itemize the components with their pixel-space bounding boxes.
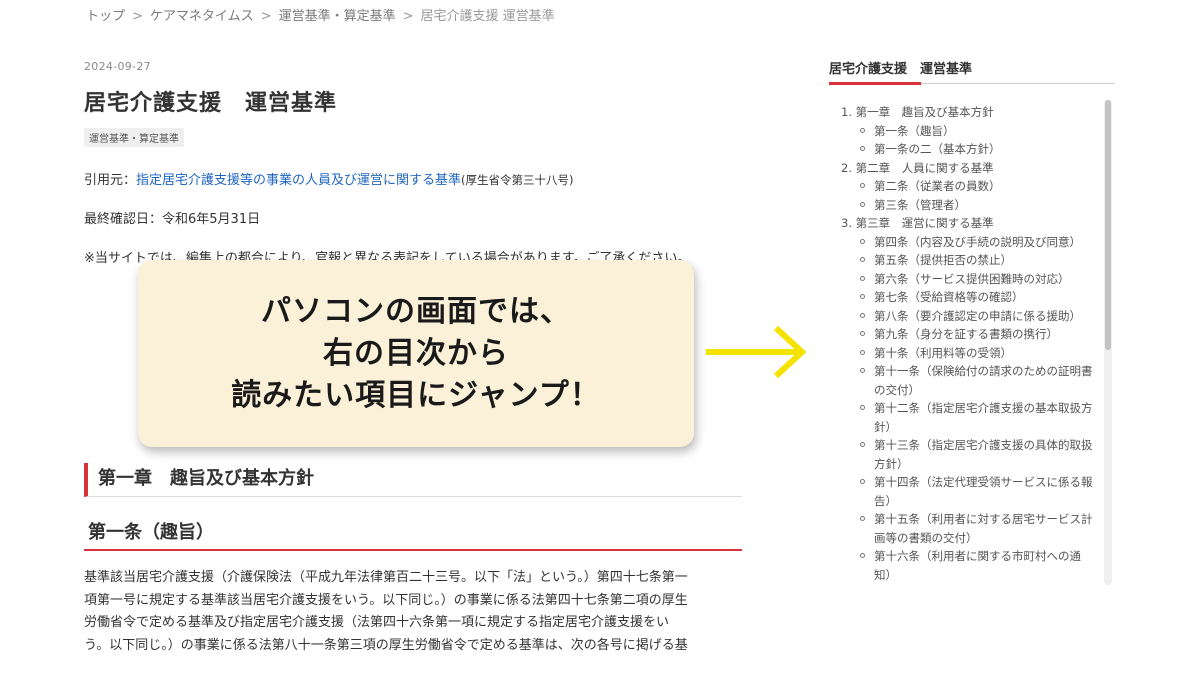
toc-item-label: 第十六条（利用者に関する市町村への通知） — [874, 549, 1081, 582]
toc-item-label: 第十五条（利用者に対する居宅サービス計画等の書類の交付） — [874, 512, 1093, 545]
toc-article-item[interactable]: 第九条（身分を証する書類の携行） — [841, 325, 1097, 344]
breadcrumb-caremane-times[interactable]: ケアマネタイムス — [150, 9, 254, 24]
toc-chapter-item[interactable]: 1. 第一章 趣旨及び基本方針 — [841, 103, 1097, 122]
article-body: 基準該当居宅介護支援（介護保険法（平成九年法律第百二十三号。以下「法」という。）… — [84, 567, 744, 657]
toc-article-item[interactable]: 第十五条（利用者に対する居宅サービス計画等の書類の交付） — [841, 510, 1097, 547]
breadcrumb-top[interactable]: トップ — [86, 9, 125, 24]
category-tag[interactable]: 運営基準・算定基準 — [84, 128, 184, 147]
toc-article-item[interactable]: 第十二条（指定居宅介護支援の基本取扱方針） — [841, 399, 1097, 436]
toc-item-label: 2. 第二章 人員に関する基準 — [841, 160, 994, 175]
article-main: 2024-09-27 居宅介護支援 運営基準 運営基準・算定基準 引用元：指定居… — [84, 60, 744, 265]
toc-item-label: 第四条（内容及び手続の説明及び同意） — [874, 234, 1081, 249]
citation-link[interactable]: 指定居宅介護支援等の事業の人員及び運営に関する基準 — [136, 173, 461, 188]
breadcrumb: トップ > ケアマネタイムス > 運営基準・算定基準 > 居宅介護支援 運営基準 — [86, 5, 555, 24]
circle-bullet-icon — [860, 479, 865, 484]
toc-article-item[interactable]: 第一条の二（基本方針） — [841, 140, 1097, 159]
toc-article-item[interactable]: 第十六条（利用者に関する市町村への通知） — [841, 547, 1097, 584]
toc-scrollbar[interactable] — [1104, 99, 1112, 585]
toc-article-item[interactable]: 第四条（内容及び手続の説明及び同意） — [841, 233, 1097, 252]
circle-bullet-icon — [860, 146, 865, 151]
body-line: 労働省令で定める基準及び指定居宅介護支援（法第四十六条第一項に規定する指定居宅介… — [84, 615, 670, 630]
toc-item-label: 第十三条（指定居宅介護支援の具体的取扱方針） — [874, 438, 1093, 471]
toc-item-label: 第八条（要介護認定の申請に係る援助） — [874, 308, 1081, 323]
circle-bullet-icon — [860, 238, 865, 244]
toc-article-item[interactable]: 第十三条（指定居宅介護支援の具体的取扱方針） — [841, 436, 1097, 473]
toc-item-label: 第十四条（法定代理受領サービスに係る報告） — [874, 475, 1093, 508]
citation: 引用元：指定居宅介護支援等の事業の人員及び運営に関する基準(厚生省令第三十八号) — [84, 169, 744, 188]
circle-bullet-icon — [860, 183, 865, 188]
toc-article-item[interactable]: 第十四条（法定代理受領サービスに係る報告） — [841, 473, 1097, 510]
circle-bullet-icon — [860, 294, 865, 299]
toc-title: 居宅介護支援 運営基準 — [829, 58, 1115, 85]
citation-prefix: 引用元： — [84, 173, 137, 188]
article-heading: 第一条（趣旨） — [84, 518, 742, 551]
toc-article-item[interactable]: 第十条（利用料等の受領） — [841, 344, 1097, 363]
circle-bullet-icon — [860, 553, 865, 558]
breadcrumb-category[interactable]: 運営基準・算定基準 — [279, 9, 396, 24]
circle-bullet-icon — [860, 312, 865, 318]
toc-article-item[interactable]: 第三条（管理者） — [841, 196, 1097, 215]
toc-item-label: 第九条（身分を証する書類の携行） — [874, 327, 1058, 341]
toc-item-label: 第二条（従業者の員数） — [874, 179, 1001, 193]
body-line: 基準該当居宅介護支援（介護保険法（平成九年法律第百二十三号。以下「法」という。）… — [84, 570, 688, 585]
toc-item-label: 第一条（趣旨） — [874, 123, 955, 138]
toc-item-label: 第十一条（保険給付の請求のための証明書の交付） — [874, 364, 1093, 397]
circle-bullet-icon — [860, 331, 865, 336]
breadcrumb-separator: > — [132, 9, 143, 24]
toc-article-item[interactable]: 第七条（受給資格等の確認） — [841, 288, 1097, 307]
citation-ordinance: (厚生省令第三十八号) — [461, 173, 574, 187]
breadcrumb-separator: > — [260, 9, 272, 24]
toc-item-label: 第七条（受給資格等の確認） — [874, 290, 1024, 304]
circle-bullet-icon — [860, 257, 865, 262]
last-checked-date: 最終確認日：令和6年5月31日 — [84, 212, 261, 227]
toc-list: 1. 第一章 趣旨及び基本方針 第一条（趣旨） 第一条の二（基本方針） 2. 第二章 … — [841, 103, 1097, 584]
callout-line: パソコンの画面では、 — [261, 293, 571, 329]
body-line: う。以下同じ。）の事業に係る法第八十一条第三項の厚生労働省令で定める基準は、次の… — [84, 637, 688, 653]
toc-title-underline — [829, 82, 921, 85]
circle-bullet-icon — [860, 275, 865, 281]
circle-bullet-icon — [860, 368, 865, 373]
toc-chapter-item[interactable]: 2. 第二章 人員に関する基準 — [841, 159, 1097, 178]
toc-item-label: 第三条（管理者） — [874, 197, 966, 212]
toc-item-label: 第六条（サービス提供困難時の対応） — [874, 271, 1070, 286]
callout-line: 読みたい項目にジャンプ！ — [231, 377, 601, 413]
page-title: 居宅介護支援 運営基準 — [84, 91, 338, 116]
toc-chapter-item[interactable]: 3. 第三章 運営に関する基準 — [841, 214, 1097, 233]
circle-bullet-icon — [860, 201, 865, 207]
toc-item-label: 第十条（利用料等の受領） — [874, 345, 1012, 360]
toc-article-item[interactable]: 第八条（要介護認定の申請に係る援助） — [841, 307, 1097, 326]
chapter-heading: 第一章 趣旨及び基本方針 — [84, 463, 742, 497]
circle-bullet-icon — [860, 127, 865, 133]
toc-item-label: 第十二条（指定居宅介護支援の基本取扱方針） — [874, 401, 1093, 434]
post-date: 2024-09-27 — [84, 60, 151, 73]
toc-title-text: 居宅介護支援 運営基準 — [829, 62, 973, 77]
circle-bullet-icon — [860, 442, 865, 447]
table-of-contents: 1. 第一章 趣旨及び基本方針 第一条（趣旨） 第一条の二（基本方針） 2. 第二章 … — [829, 97, 1115, 585]
toc-article-item[interactable]: 第二条（従業者の員数） — [841, 177, 1097, 196]
toc-item-label: 第五条（提供拒否の禁止） — [874, 253, 1012, 267]
toc-article-item[interactable]: 第五条（提供拒否の禁止） — [841, 251, 1097, 270]
callout-line: 右の目次から — [323, 335, 509, 371]
toc-item-label: 第一条の二（基本方針） — [874, 142, 1001, 156]
breadcrumb-separator: > — [402, 9, 414, 24]
circle-bullet-icon — [860, 516, 865, 521]
toc-item-label: 1. 第一章 趣旨及び基本方針 — [841, 105, 994, 119]
arrow-right-icon — [706, 325, 807, 379]
circle-bullet-icon — [860, 349, 865, 355]
toc-article-item[interactable]: 第一条（趣旨） — [841, 122, 1097, 141]
toc-scrollbar-thumb[interactable] — [1105, 100, 1111, 350]
toc-article-item[interactable]: 第六条（サービス提供困難時の対応） — [841, 270, 1097, 289]
breadcrumb-current: 居宅介護支援 運営基準 — [420, 9, 555, 24]
callout-box: パソコンの画面では、 右の目次から 読みたい項目にジャンプ！ — [138, 260, 694, 447]
toc-article-item[interactable]: 第十一条（保険給付の請求のための証明書の交付） — [841, 362, 1097, 399]
toc-item-label: 3. 第三章 運営に関する基準 — [841, 216, 994, 230]
body-line: 項第一号に規定する基準該当居宅介護支援をいう。以下同じ。）の事業に係る法第四十七… — [84, 592, 688, 608]
circle-bullet-icon — [860, 405, 865, 410]
